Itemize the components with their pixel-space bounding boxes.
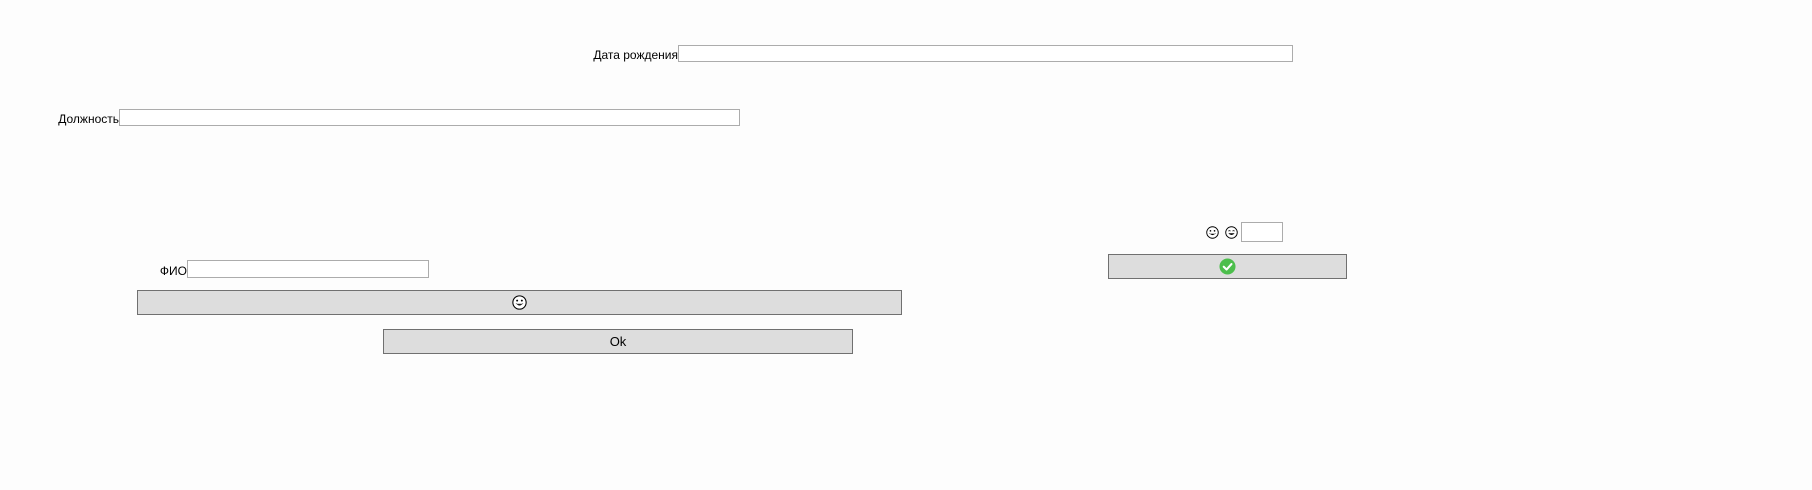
grinning-emoji-icon (1206, 226, 1219, 239)
full-name-field[interactable] (187, 260, 429, 278)
smiling-emoji-icon (1225, 226, 1238, 239)
green-check-icon (1219, 258, 1236, 275)
small-input-field[interactable] (1241, 222, 1283, 242)
position-field[interactable] (119, 109, 740, 126)
ok-button[interactable]: Ok (383, 329, 853, 354)
full-name-label: ФИО (159, 264, 187, 278)
birth-date-label: Дата рождения (593, 48, 678, 62)
emoji-button[interactable] (137, 290, 902, 315)
birth-date-field[interactable] (678, 45, 1293, 62)
form-page: Дата рождения Должность ФИО Ok (0, 0, 1812, 490)
grinning-emoji-icon (512, 295, 527, 310)
position-label: Должность (58, 112, 119, 126)
confirm-button[interactable] (1108, 254, 1347, 279)
